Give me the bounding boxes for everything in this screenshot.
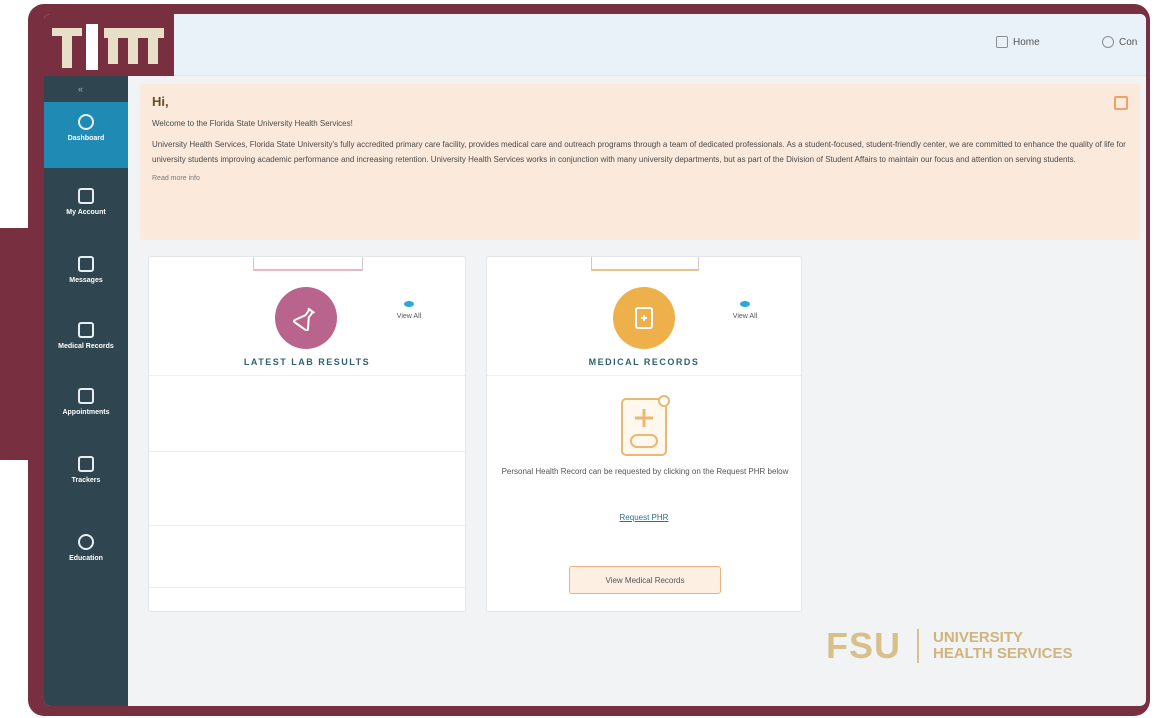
greeting: Hi, [152,94,169,109]
lab-results-icon [275,287,337,349]
row-divider [149,587,465,588]
sidebar-item-messages[interactable]: Messages [44,244,128,310]
home-label: Home [1013,36,1040,48]
dashboard-icon [78,114,94,130]
sidebar-item-label: Appointments [62,409,110,416]
card-tab-decoration [253,257,363,271]
row-divider [149,451,465,452]
records-view-all[interactable]: View All [725,301,765,320]
sidebar-item-label: Dashboard [67,135,105,142]
lab-results-title: LATEST LAB RESULTS [243,357,371,367]
account-icon [78,188,94,204]
collapse-sidebar-icon[interactable]: « [78,84,83,94]
fsu-health-brand: FSU UNIVERSITY HEALTH SERVICES [826,625,1072,666]
sidebar-item-dashboard[interactable]: Dashboard [44,102,128,168]
sidebar-item-education[interactable]: Education [44,522,128,588]
view-medical-records-button[interactable]: View Medical Records [569,566,721,594]
lab-results-card: View All LATEST LAB RESULTS [148,256,466,612]
request-phr-link[interactable]: Request PHR [487,513,801,522]
row-divider [149,525,465,526]
uhs-line1: UNIVERSITY [933,629,1024,646]
phr-request-text: Personal Health Record can be requested … [501,467,789,476]
messages-icon [78,256,94,272]
welcome-text: Welcome to the Florida State University … [152,119,353,128]
home-icon [996,36,1008,48]
eye-icon [404,301,414,307]
appointments-icon [78,388,94,404]
uhs-wordmark: UNIVERSITY HEALTH SERVICES [933,630,1072,662]
medical-records-card: View All MEDICAL RECORDS Personal Health… [486,256,802,612]
sidebar-item-my-account[interactable]: My Account [44,176,128,242]
row-divider [149,375,465,376]
sidebar-item-label: Trackers [71,477,101,484]
uhs-line2: HEALTH SERVICES [933,645,1073,662]
lab-view-all[interactable]: View All [389,301,429,320]
records-view-all-label: View All [732,313,758,320]
contact-link[interactable]: Con [1102,36,1137,48]
card-tab-decoration [591,257,699,271]
lab-view-all-label: View All [396,313,422,320]
top-bar: Home Con [44,14,1146,76]
about-text: University Health Services, Florida Stat… [152,140,1126,164]
sidebar-item-label: Medical Records [58,343,114,350]
sidebar-item-appointments[interactable]: Appointments [44,376,128,442]
medical-records-icon [78,322,94,338]
row-divider [487,375,801,376]
contact-icon [1102,36,1114,48]
health-record-icon [619,393,673,464]
sidebar-item-medical-records[interactable]: Medical Records [44,310,128,376]
fsu-logo[interactable] [44,14,174,76]
portal-screen: Home Con « Dashboard My Account Messages… [44,14,1146,706]
education-icon [78,534,94,550]
eye-icon [740,301,750,307]
medical-records-card-icon [613,287,675,349]
external-link-icon[interactable] [1114,96,1128,110]
sidebar: « Dashboard My Account Messages Medical … [44,76,128,706]
welcome-banner: Hi, Welcome to the Florida State Univers… [140,84,1140,240]
sidebar-item-label: My Account [66,209,106,216]
sidebar-item-label: Messages [69,277,103,284]
fsu-wordmark: FSU [826,625,901,666]
trackers-icon [78,456,94,472]
contact-label: Con [1119,36,1138,48]
read-more-link[interactable]: Read more info [152,175,1128,182]
brand-divider [917,629,919,663]
sidebar-item-label: Education [69,555,103,562]
medical-records-title: MEDICAL RECORDS [588,357,700,367]
sidebar-item-trackers[interactable]: Trackers [44,444,128,510]
home-link[interactable]: Home [996,36,1040,48]
